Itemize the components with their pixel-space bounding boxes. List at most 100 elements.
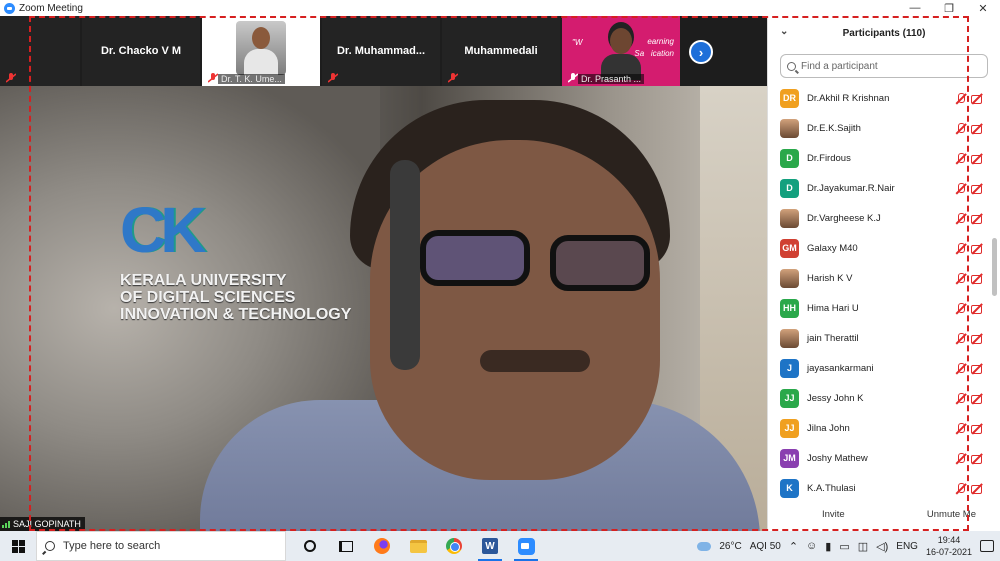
mic-muted-icon bbox=[6, 73, 16, 83]
minimize-button[interactable]: — bbox=[898, 0, 932, 16]
participant-row[interactable]: D Dr.Jayakumar.R.Nair bbox=[768, 173, 1000, 203]
chrome-icon bbox=[446, 538, 462, 554]
video-off-icon bbox=[971, 453, 982, 464]
volume-icon[interactable]: ◁) bbox=[876, 540, 888, 553]
participant-row[interactable]: Dr.Vargheese K.J bbox=[768, 203, 1000, 233]
chevron-up-icon[interactable]: ⌃ bbox=[789, 540, 798, 553]
participant-status bbox=[955, 302, 982, 314]
avatar: HH bbox=[780, 298, 799, 318]
video-off-icon bbox=[971, 213, 982, 224]
participant-row[interactable]: Jjayasankarmani bbox=[768, 353, 1000, 383]
thumbnail-1[interactable]: Dr. T. K. Ume... bbox=[202, 16, 320, 86]
weather-aqi[interactable]: AQI 50 bbox=[750, 541, 781, 552]
speaker-name-label: SAJI GOPINATH bbox=[0, 517, 85, 531]
speaker-figure bbox=[200, 100, 760, 531]
weather-icon bbox=[697, 541, 712, 551]
mic-muted-icon bbox=[328, 73, 338, 83]
slide-text: "W bbox=[572, 38, 583, 47]
avatar: JJ bbox=[780, 418, 799, 438]
participant-name: Jilna John bbox=[807, 422, 850, 434]
avatar bbox=[780, 268, 799, 288]
thumbnail-3[interactable]: Muhammedali bbox=[442, 16, 560, 86]
cortana-button[interactable] bbox=[292, 531, 328, 561]
thumbnail-2[interactable]: Dr. Muhammad... bbox=[322, 16, 440, 86]
mic-muted-icon bbox=[955, 92, 966, 104]
language-indicator[interactable]: ENG bbox=[896, 541, 918, 552]
participant-row[interactable]: DR Dr.Akhil R Krishnan bbox=[768, 83, 1000, 113]
participant-row[interactable]: JJ Jilna John bbox=[768, 413, 1000, 443]
mic-muted-icon bbox=[955, 362, 966, 374]
mic-muted-icon bbox=[955, 242, 966, 254]
participant-row[interactable]: jain Therattil bbox=[768, 323, 1000, 353]
mic-muted-icon bbox=[955, 272, 966, 284]
taskbar-apps: W bbox=[292, 531, 544, 561]
participant-name: Dr.Akhil R Krishnan bbox=[807, 92, 890, 104]
participant-row[interactable]: JJ Jessy John K bbox=[768, 383, 1000, 413]
video-off-icon bbox=[971, 243, 982, 254]
mic-muted-icon bbox=[208, 73, 218, 83]
system-tray: 26°C AQI 50 ⌃ ☺ ▮ ▭ ◫ ◁) ENG 19:44 16-07… bbox=[697, 534, 1000, 558]
thumbnail-name: Dr. Muhammad... bbox=[336, 45, 426, 57]
thumbnail-name: Dr. T. K. Ume... bbox=[218, 74, 285, 84]
notification-icon[interactable] bbox=[980, 540, 994, 552]
video-off-icon bbox=[971, 423, 982, 434]
clock[interactable]: 19:44 16-07-2021 bbox=[926, 534, 972, 558]
participant-row[interactable]: Harish K V bbox=[768, 263, 1000, 293]
chrome-button[interactable] bbox=[436, 531, 472, 561]
participant-list: DR Dr.Akhil R Krishnan Dr.E.K.Sajith D Dr.Fi… bbox=[768, 83, 1000, 503]
avatar: GM bbox=[780, 238, 799, 258]
participant-row[interactable]: JM Joshy Mathew bbox=[768, 443, 1000, 473]
participant-status bbox=[955, 152, 982, 164]
start-button[interactable] bbox=[0, 531, 36, 561]
taskbar-search-input[interactable]: Type here to search bbox=[36, 531, 286, 561]
participant-status bbox=[955, 452, 982, 464]
avatar: JM bbox=[780, 448, 799, 468]
thumbnail-blank bbox=[0, 16, 80, 86]
chevron-down-icon[interactable]: ⌄ bbox=[780, 26, 788, 37]
search-icon bbox=[45, 541, 55, 551]
participant-status bbox=[955, 182, 982, 194]
participant-status bbox=[955, 392, 982, 404]
weather-temp[interactable]: 26°C bbox=[719, 541, 741, 552]
network-icon[interactable]: ◫ bbox=[858, 540, 868, 553]
next-page-button[interactable]: › bbox=[689, 40, 713, 64]
participant-row[interactable]: D Dr.Firdous bbox=[768, 143, 1000, 173]
video-off-icon bbox=[971, 303, 982, 314]
participant-name: jain Therattil bbox=[807, 332, 859, 344]
firefox-button[interactable] bbox=[364, 531, 400, 561]
file-explorer-button[interactable] bbox=[400, 531, 436, 561]
video-off-icon bbox=[971, 153, 982, 164]
battery-icon[interactable]: ▭ bbox=[839, 540, 849, 553]
speaker-name: SAJI GOPINATH bbox=[13, 519, 81, 529]
participant-row[interactable]: Dr.E.K.Sajith bbox=[768, 113, 1000, 143]
thumbnail-4[interactable]: "W earning Sa ication Dr. Prasanth ... bbox=[562, 16, 680, 86]
people-icon[interactable]: ☺ bbox=[806, 540, 817, 552]
task-view-button[interactable] bbox=[328, 531, 364, 561]
participant-status bbox=[955, 92, 982, 104]
zoom-app-icon bbox=[4, 2, 15, 14]
participant-status bbox=[955, 332, 982, 344]
participant-name: jayasankarmani bbox=[807, 362, 874, 374]
panel-scrollbar[interactable] bbox=[992, 238, 997, 296]
participant-video bbox=[236, 21, 286, 75]
thumbnail-name: Dr. Chacko V M bbox=[100, 45, 182, 57]
close-button[interactable]: ✕ bbox=[966, 0, 1000, 16]
thumbnail-0[interactable]: Dr. Chacko V M bbox=[82, 16, 200, 86]
participant-row[interactable]: HH Hima Hari U bbox=[768, 293, 1000, 323]
restore-button[interactable]: ❐ bbox=[932, 0, 966, 16]
avatar: D bbox=[780, 148, 799, 168]
participant-search-input[interactable]: Find a participant bbox=[780, 54, 988, 78]
unmute-me-button[interactable]: Unmute Me bbox=[921, 506, 982, 523]
invite-button[interactable]: Invite bbox=[816, 506, 851, 523]
participant-row[interactable]: GM Galaxy M40 bbox=[768, 233, 1000, 263]
avatar: J bbox=[780, 358, 799, 378]
panel-footer: Invite Unmute Me bbox=[768, 497, 1000, 531]
word-button[interactable]: W bbox=[472, 531, 508, 561]
video-off-icon bbox=[971, 273, 982, 284]
avatar: DR bbox=[780, 88, 799, 108]
microphone-icon[interactable]: ▮ bbox=[825, 540, 831, 553]
participant-status bbox=[955, 362, 982, 374]
zoom-button[interactable] bbox=[508, 531, 544, 561]
participant-name: Hima Hari U bbox=[807, 302, 859, 314]
video-off-icon bbox=[971, 183, 982, 194]
